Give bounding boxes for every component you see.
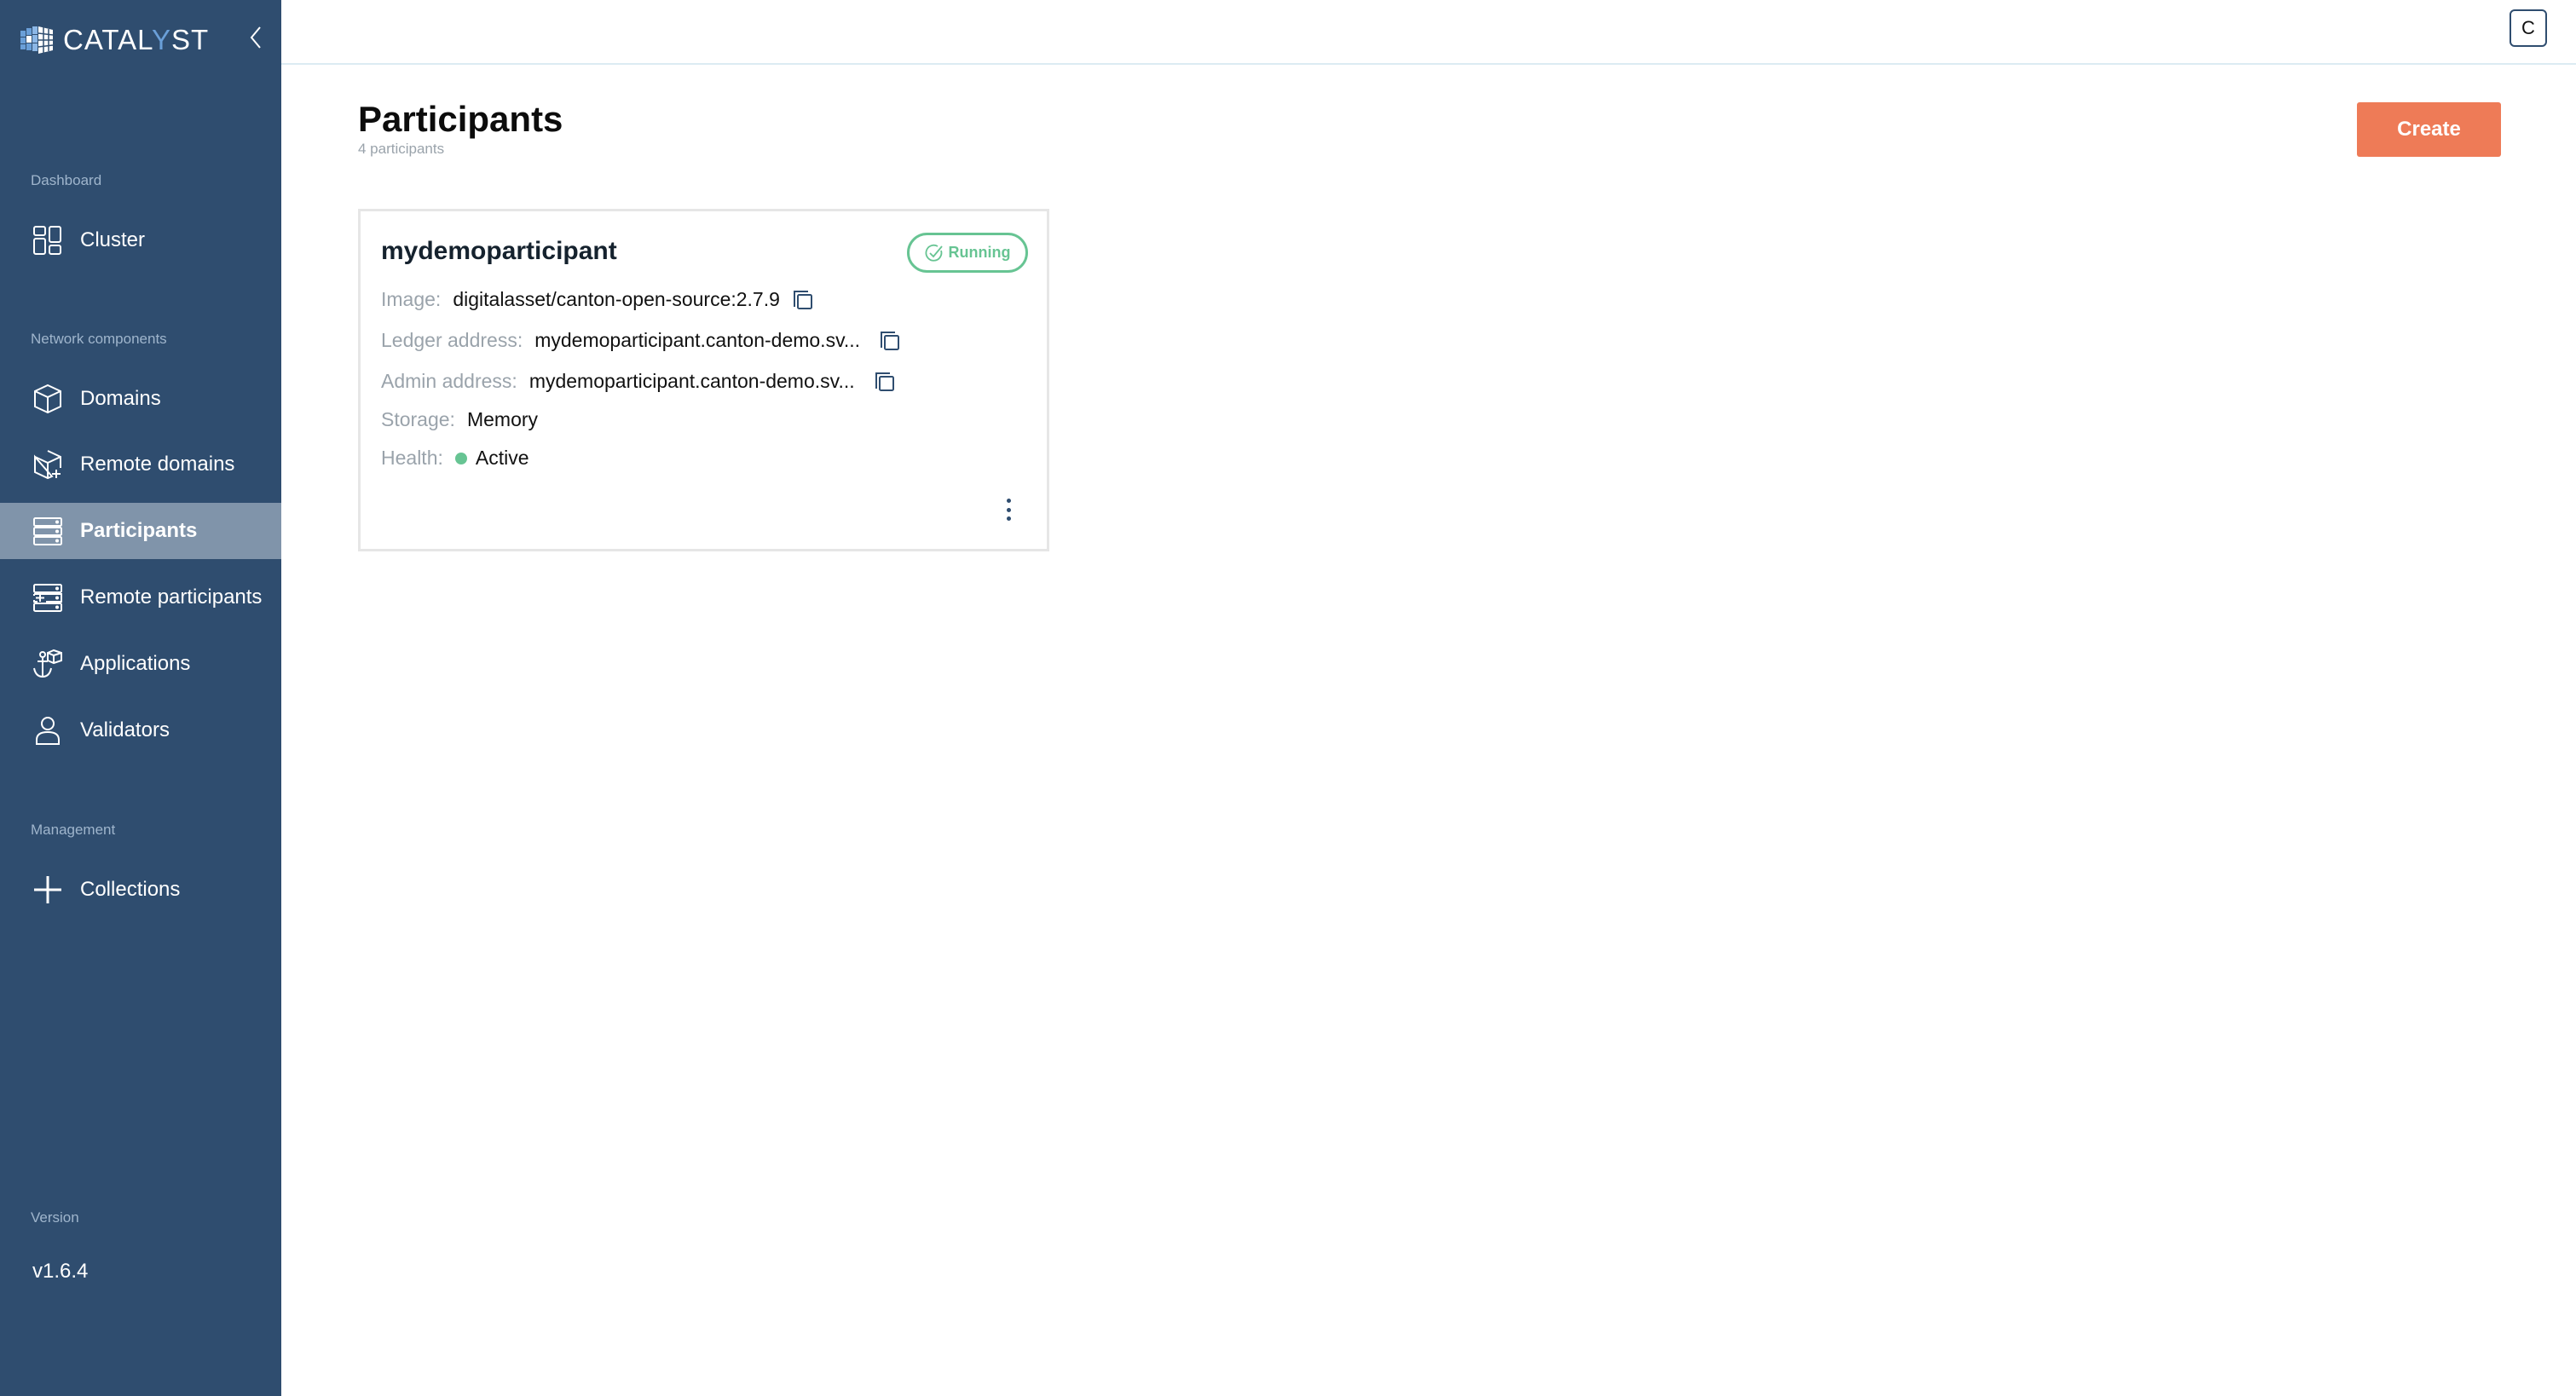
server-icon	[32, 516, 63, 546]
participant-count: 4 participants	[358, 141, 445, 157]
copy-icon	[793, 290, 812, 309]
status-badge: Running	[907, 233, 1028, 273]
sidebar-item-label: Cluster	[80, 228, 146, 251]
image-row: Image: digitalasset/canton-open-source:2…	[381, 288, 814, 311]
ledger-address-row: Ledger address: mydemoparticipant.canton…	[381, 329, 901, 352]
sidebar: CATALYST Dashboard Cluster Network compo…	[0, 0, 281, 1396]
top-bar	[281, 0, 2576, 65]
plus-icon	[32, 874, 63, 905]
sidebar-item-remote-domains[interactable]: Remote domains	[0, 436, 281, 493]
sidebar-item-label: Remote domains	[80, 453, 235, 476]
logo-cube-icon	[20, 26, 54, 54]
cube-plus-icon	[32, 449, 63, 480]
ledger-address-value: mydemoparticipant.canton-demo.sv...	[534, 329, 861, 351]
storage-row: Storage: Memory	[381, 408, 538, 431]
grid-icon	[32, 225, 63, 256]
copy-icon	[875, 372, 894, 391]
admin-address-value: mydemoparticipant.canton-demo.sv...	[528, 370, 855, 392]
storage-label: Storage:	[381, 408, 455, 430]
sidebar-item-label: Applications	[80, 652, 191, 675]
section-label-dashboard: Dashboard	[31, 172, 102, 188]
user-icon	[32, 715, 63, 746]
copy-image-button[interactable]	[792, 289, 814, 311]
admin-address-label: Admin address:	[381, 370, 517, 392]
health-status-dot	[454, 452, 467, 464]
copy-icon	[881, 331, 900, 350]
sidebar-item-label: Domains	[80, 387, 161, 410]
storage-value: Memory	[466, 408, 539, 430]
sidebar-item-cluster[interactable]: Cluster	[0, 212, 281, 268]
check-circle-icon	[925, 244, 943, 262]
anchor-cube-icon	[32, 649, 63, 679]
status-text: Running	[948, 244, 1011, 261]
copy-admin-address-button[interactable]	[874, 371, 896, 393]
sidebar-item-applications[interactable]: Applications	[0, 636, 281, 692]
section-label-network-components: Network components	[31, 331, 167, 347]
kebab-dot	[1006, 507, 1011, 512]
ledger-address-label: Ledger address:	[381, 329, 523, 351]
image-label: Image:	[381, 288, 442, 310]
sidebar-item-label: Collections	[80, 878, 181, 901]
health-label: Health:	[381, 447, 443, 469]
catalyst-logo[interactable]: CATALYST	[20, 24, 209, 56]
sidebar-item-collections[interactable]: Collections	[0, 862, 281, 918]
version-label: Version	[31, 1209, 79, 1226]
participant-name: mydemoparticipant	[381, 237, 617, 265]
sidebar-item-participants[interactable]: Participants	[0, 503, 281, 559]
logo-text: CATALYST	[63, 24, 210, 55]
admin-address-row: Admin address: mydemoparticipant.canton-…	[381, 370, 896, 393]
chevron-left-icon	[250, 26, 261, 49]
health-row: Health: Active	[381, 447, 529, 470]
sidebar-item-label: Participants	[80, 519, 198, 542]
page-title: Participants	[358, 99, 563, 139]
more-options-button[interactable]	[1000, 497, 1017, 522]
sidebar-item-label: Validators	[80, 718, 170, 741]
sidebar-item-validators[interactable]: Validators	[0, 702, 281, 759]
kebab-dot	[1006, 516, 1011, 521]
image-value: digitalasset/canton-open-source:2.7.9	[453, 288, 780, 310]
server-plus-icon	[32, 582, 63, 613]
copy-ledger-address-button[interactable]	[879, 330, 901, 352]
participant-card[interactable]: mydemoparticipant Running Image: digital…	[358, 209, 1049, 551]
health-value: Active	[475, 447, 529, 469]
create-button[interactable]: Create	[2357, 102, 2501, 157]
version-value: v1.6.4	[32, 1260, 89, 1283]
sidebar-item-domains[interactable]: Domains	[0, 371, 281, 427]
user-avatar-button[interactable]: C	[2510, 9, 2547, 47]
cube-icon	[32, 384, 63, 414]
sidebar-item-remote-participants[interactable]: Remote participants	[0, 569, 281, 626]
kebab-dot	[1006, 499, 1011, 503]
collapse-sidebar-button[interactable]	[245, 24, 266, 51]
section-label-management: Management	[31, 822, 116, 838]
sidebar-item-label: Remote participants	[80, 586, 263, 609]
